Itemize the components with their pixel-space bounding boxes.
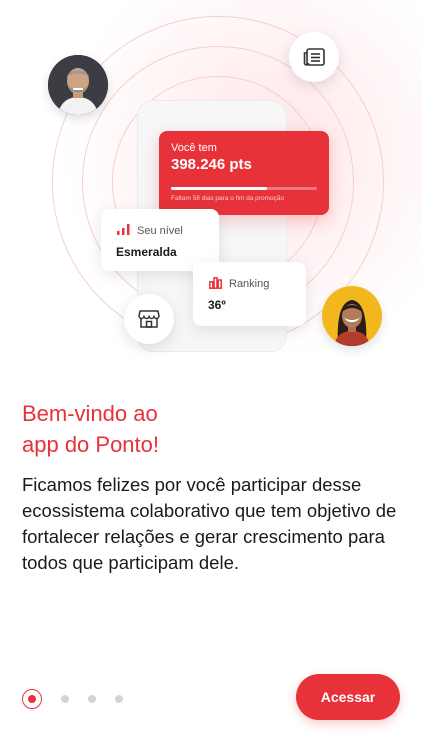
page-dot-1-active[interactable] — [22, 689, 42, 709]
newspaper-icon — [303, 48, 325, 66]
welcome-title: Bem-vindo ao app do Ponto! — [22, 398, 282, 460]
points-card: Você tem 398.246 pts Faltam 58 dias para… — [159, 131, 329, 215]
ranking-title: Ranking — [229, 278, 270, 290]
onboarding-illustration: Você tem 398.246 pts Faltam 58 dias para… — [0, 0, 422, 390]
ranking-card: Ranking 36º — [193, 262, 306, 326]
store-icon — [138, 310, 160, 328]
page-dot-4[interactable] — [115, 695, 123, 703]
welcome-title-line1: Bem-vindo ao — [22, 401, 158, 426]
ranking-value: 36º — [208, 298, 226, 312]
page-indicator — [22, 688, 123, 710]
welcome-description: Ficamos felizes por você participar dess… — [22, 474, 397, 573]
page-dot-2[interactable] — [61, 695, 69, 703]
avatar-woman — [322, 286, 382, 346]
active-dot-center — [28, 695, 36, 703]
level-title: Seu nível — [137, 225, 183, 237]
points-progress-track — [171, 187, 317, 190]
points-value: 398.246 pts — [171, 156, 252, 173]
level-value: Esmeralda — [116, 245, 177, 259]
access-button[interactable]: Acessar — [296, 674, 400, 720]
bar-chart-icon — [209, 277, 222, 289]
page-dot-3[interactable] — [88, 695, 96, 703]
store-bubble — [124, 294, 174, 344]
points-deadline-note: Faltam 58 dias para o fim da promoção — [171, 195, 285, 202]
points-progress-fill — [171, 187, 268, 190]
news-bubble — [289, 32, 339, 82]
welcome-title-line2: app do Ponto! — [22, 432, 160, 457]
points-label: Você tem — [171, 142, 217, 154]
avatar-man — [48, 55, 108, 115]
signal-bars-icon — [117, 224, 130, 235]
